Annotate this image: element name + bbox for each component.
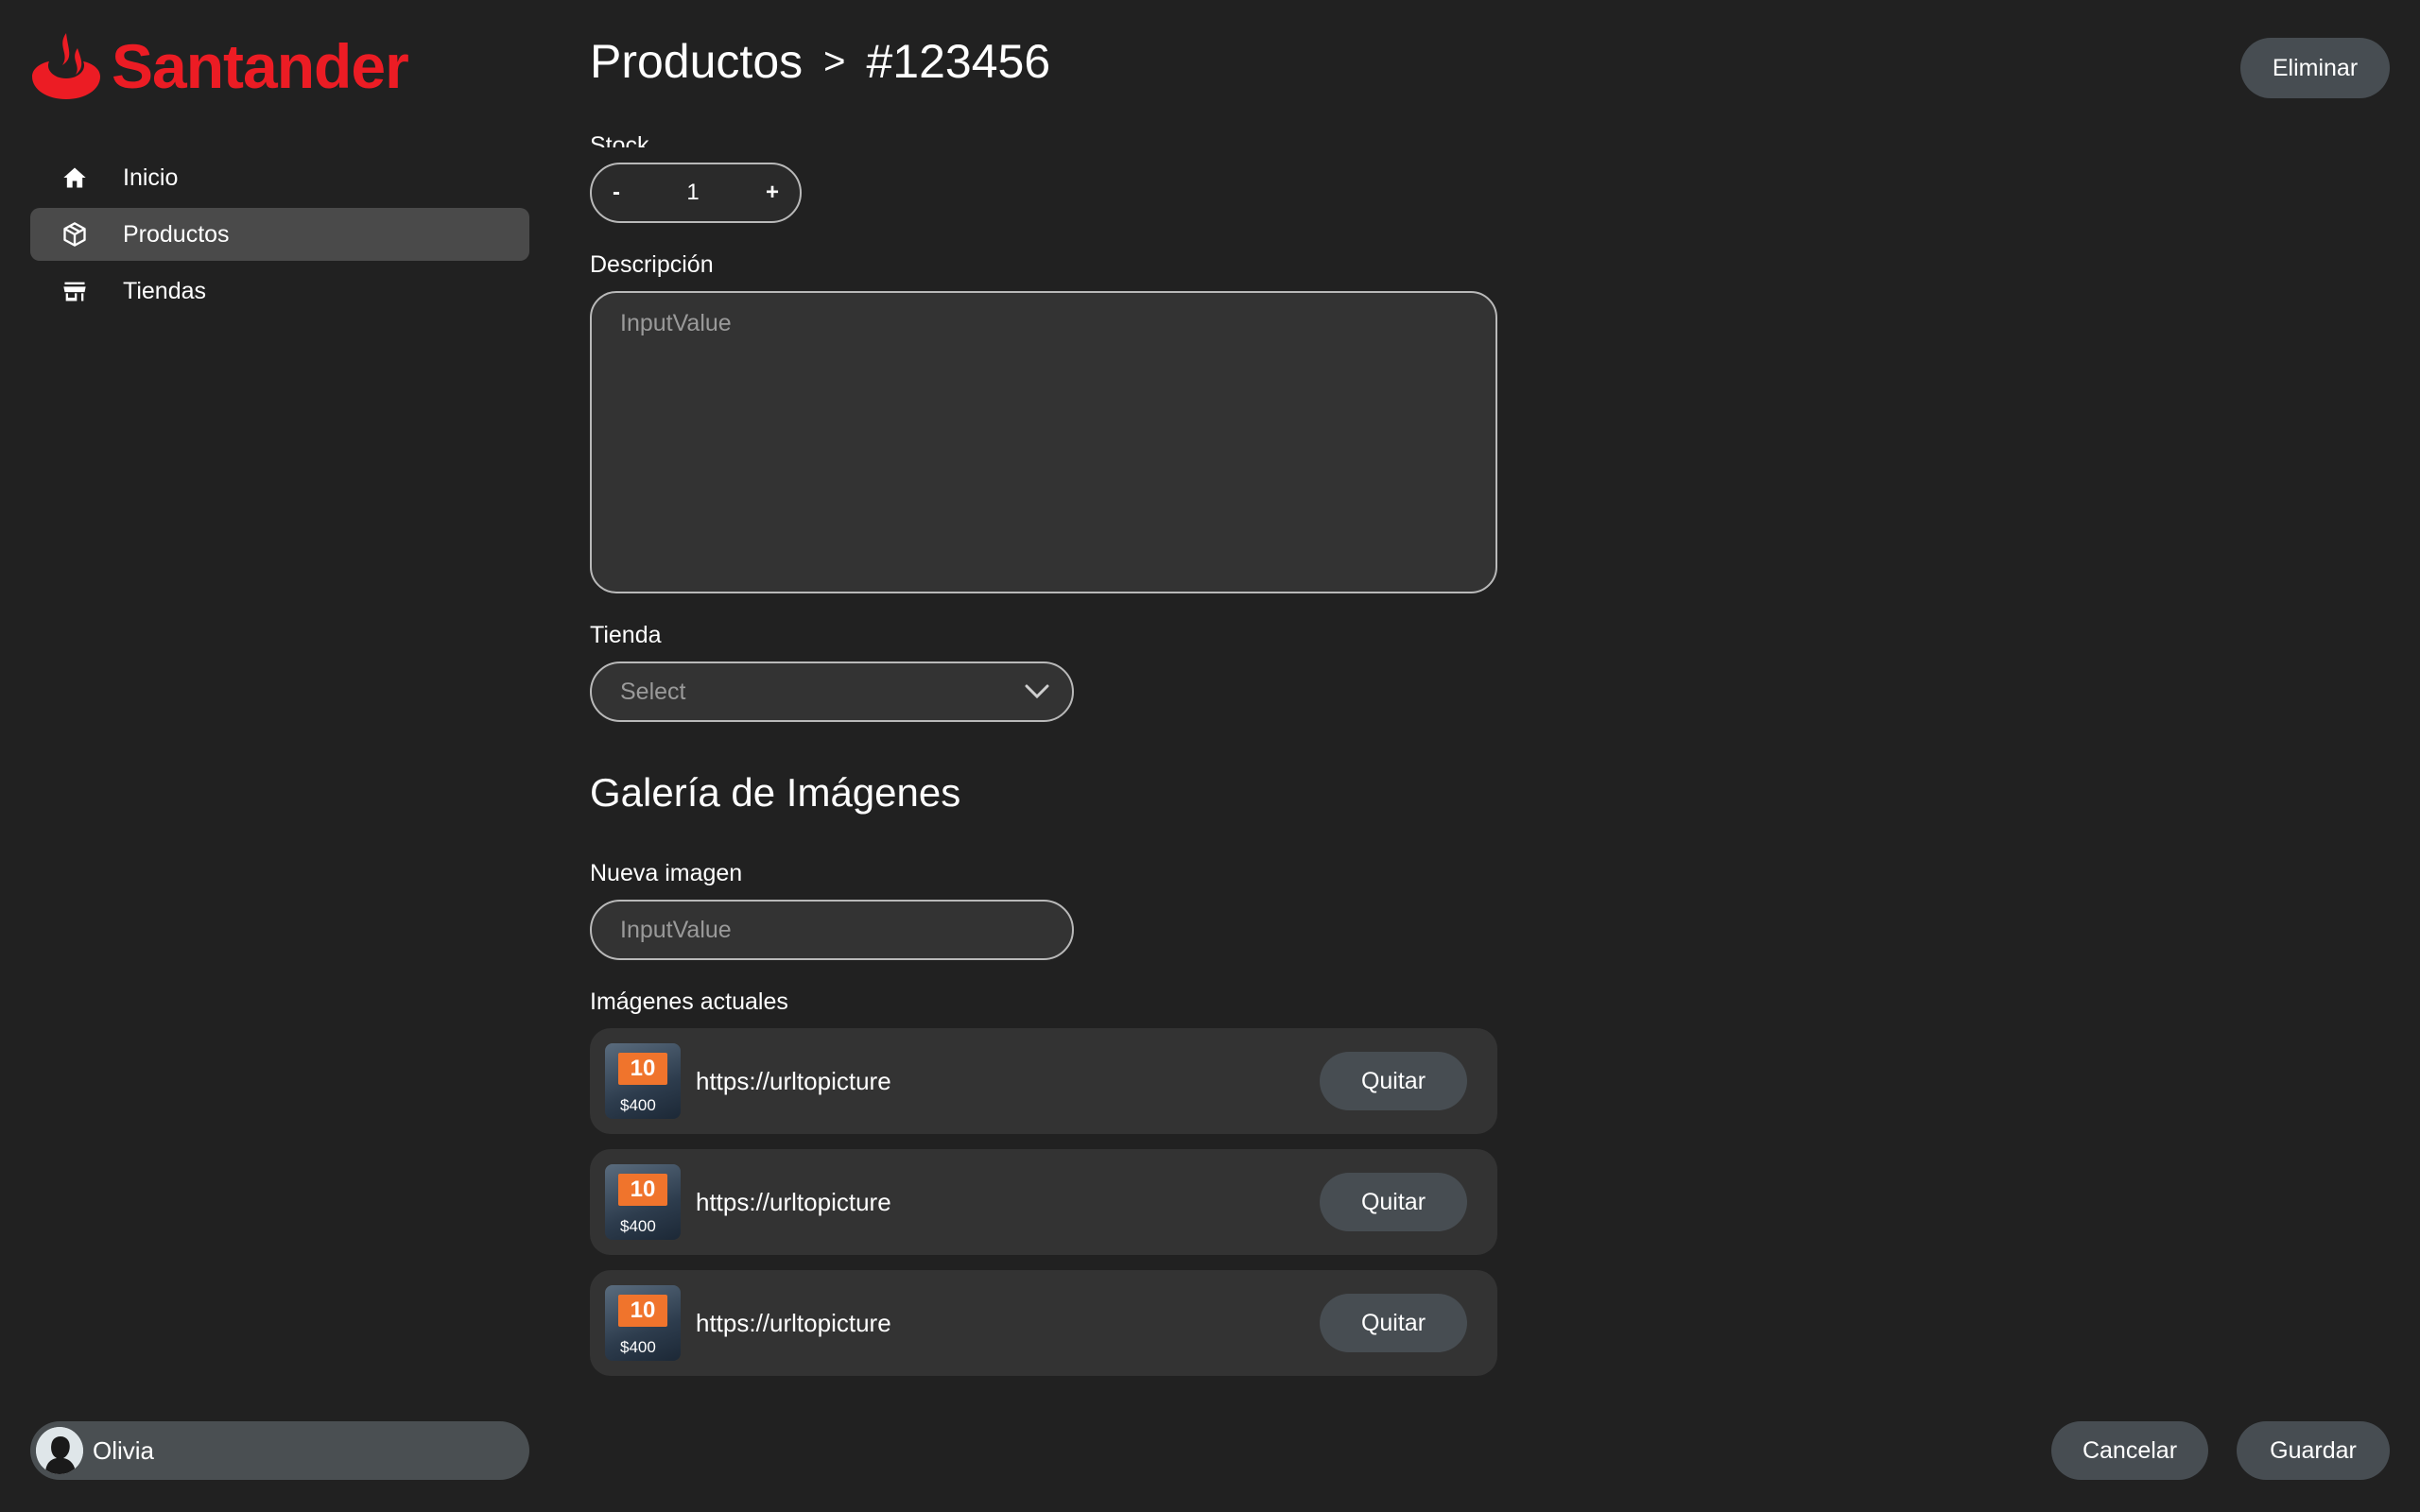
store-select-value: Select	[620, 678, 686, 705]
sidebar-item-tiendas[interactable]: Tiendas	[30, 265, 529, 318]
sidebar-item-label: Tiendas	[123, 277, 207, 304]
sidebar-item-productos[interactable]: Productos	[30, 208, 529, 261]
image-list: 10 $400 https://urltopicture Quitar 10 $…	[590, 1028, 1497, 1391]
remove-image-button[interactable]: Quitar	[1320, 1294, 1467, 1352]
breadcrumb: Productos > #123456	[590, 34, 1050, 89]
list-item: 10 $400 https://urltopicture Quitar	[590, 1028, 1497, 1134]
chevron-down-icon	[1025, 684, 1049, 699]
thumbnail-price: $400	[620, 1338, 656, 1356]
image-thumbnail: 10 $400	[605, 1164, 681, 1240]
thumbnail-price: $400	[620, 1217, 656, 1235]
save-button[interactable]: Guardar	[2237, 1421, 2390, 1480]
list-item: 10 $400 https://urltopicture Quitar	[590, 1270, 1497, 1376]
decrement-button[interactable]: -	[613, 180, 620, 206]
thumbnail-price: $400	[620, 1096, 656, 1114]
gallery-title: Galería de Imágenes	[590, 770, 961, 815]
santander-flame-icon	[32, 33, 100, 99]
sidebar-item-label: Productos	[123, 220, 230, 248]
remove-image-button[interactable]: Quitar	[1320, 1173, 1467, 1231]
image-url: https://urltopicture	[696, 1066, 891, 1095]
image-thumbnail: 10 $400	[605, 1043, 681, 1119]
description-label: Descripción	[590, 251, 714, 278]
image-thumbnail: 10 $400	[605, 1285, 681, 1361]
sidebar-item-label: Inicio	[123, 163, 179, 191]
box-icon	[60, 220, 89, 249]
store-icon	[60, 277, 89, 305]
sidebar-nav: Inicio Productos Tiendas	[30, 151, 529, 321]
user-menu[interactable]: Olivia	[30, 1421, 529, 1480]
avatar	[36, 1427, 83, 1474]
description-textarea[interactable]: InputValue	[590, 291, 1497, 593]
home-icon	[60, 163, 89, 192]
store-select[interactable]: Select	[590, 662, 1074, 722]
image-url: https://urltopicture	[696, 1187, 891, 1216]
image-url: https://urltopicture	[696, 1308, 891, 1337]
sidebar: Santander Inicio Productos Tiendas Olivi…	[0, 0, 560, 1512]
new-image-input[interactable]: InputValue	[590, 900, 1074, 960]
thumbnail-badge: 10	[618, 1295, 667, 1327]
thumbnail-badge: 10	[618, 1174, 667, 1206]
current-images-label: Imágenes actuales	[590, 988, 788, 1015]
sidebar-item-inicio[interactable]: Inicio	[30, 151, 529, 204]
cancel-button[interactable]: Cancelar	[2051, 1421, 2208, 1480]
stock-label: Stock	[590, 132, 649, 147]
list-item: 10 $400 https://urltopicture Quitar	[590, 1149, 1497, 1255]
increment-button[interactable]: +	[766, 180, 779, 206]
thumbnail-badge: 10	[618, 1053, 667, 1085]
chevron-right-icon: >	[823, 40, 846, 82]
delete-button[interactable]: Eliminar	[2240, 38, 2390, 98]
store-label: Tienda	[590, 622, 662, 648]
santander-logo[interactable]: Santander	[28, 30, 409, 102]
remove-image-button[interactable]: Quitar	[1320, 1052, 1467, 1110]
user-name: Olivia	[93, 1435, 155, 1465]
brand-name: Santander	[112, 31, 409, 101]
new-image-label: Nueva imagen	[590, 860, 743, 886]
stock-stepper: - 1 +	[590, 163, 802, 223]
user-silhouette-icon	[36, 1427, 83, 1474]
stock-value[interactable]: 1	[686, 180, 699, 206]
breadcrumb-section[interactable]: Productos	[590, 34, 803, 89]
page-title: #123456	[866, 35, 1051, 88]
